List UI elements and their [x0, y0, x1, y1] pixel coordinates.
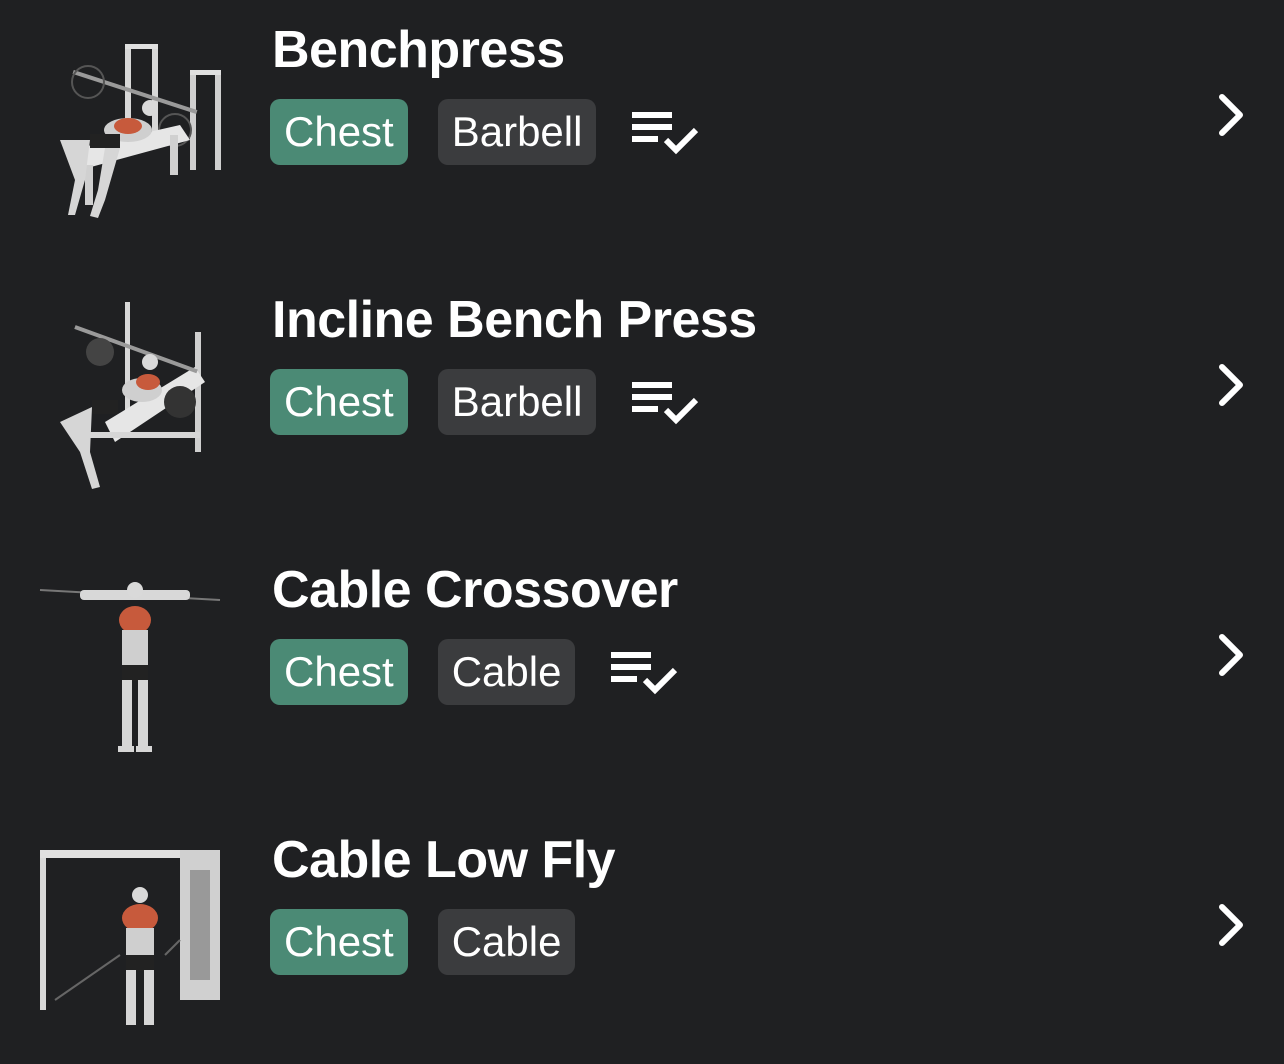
exercise-tags: Chest Cable	[270, 639, 679, 705]
exercise-illustration	[30, 30, 240, 230]
playlist-check-icon	[632, 112, 699, 155]
exercise-illustration	[30, 292, 240, 492]
equipment-tag: Barbell	[437, 369, 597, 435]
equipment-tag: Cable	[437, 909, 576, 975]
exercise-row-cable-crossover[interactable]: Cable Crossover Chest Cable	[0, 540, 1284, 810]
exercise-list: Benchpress Chest Barbell Incline Bench P…	[0, 0, 1284, 1064]
equipment-tag: Barbell	[437, 99, 597, 165]
exercise-illustration	[30, 570, 240, 770]
chevron-right-icon[interactable]	[1212, 363, 1252, 407]
exercise-illustration	[30, 840, 240, 1040]
muscle-tag: Chest	[270, 909, 408, 975]
exercise-name: Cable Low Fly	[272, 831, 616, 889]
playlist-check-icon	[632, 382, 699, 425]
muscle-tag: Chest	[270, 99, 408, 165]
equipment-tag: Cable	[437, 639, 576, 705]
exercise-tags: Chest Cable	[270, 909, 605, 975]
exercise-tags: Chest Barbell	[270, 369, 700, 435]
exercise-tags: Chest Barbell	[270, 99, 700, 165]
muscle-tag: Chest	[270, 369, 408, 435]
chevron-right-icon[interactable]	[1212, 633, 1252, 677]
exercise-row-benchpress[interactable]: Benchpress Chest Barbell	[0, 0, 1284, 270]
chevron-right-icon[interactable]	[1212, 93, 1252, 137]
muscle-tag: Chest	[270, 639, 408, 705]
exercise-row-incline-bench-press[interactable]: Incline Bench Press Chest Barbell	[0, 270, 1284, 540]
chevron-right-icon[interactable]	[1212, 903, 1252, 947]
exercise-name: Benchpress	[272, 21, 565, 79]
exercise-name: Cable Crossover	[272, 561, 678, 619]
exercise-name: Incline Bench Press	[272, 291, 757, 349]
exercise-row-cable-low-fly[interactable]: Cable Low Fly Chest Cable	[0, 810, 1284, 1064]
playlist-check-icon	[611, 652, 678, 695]
